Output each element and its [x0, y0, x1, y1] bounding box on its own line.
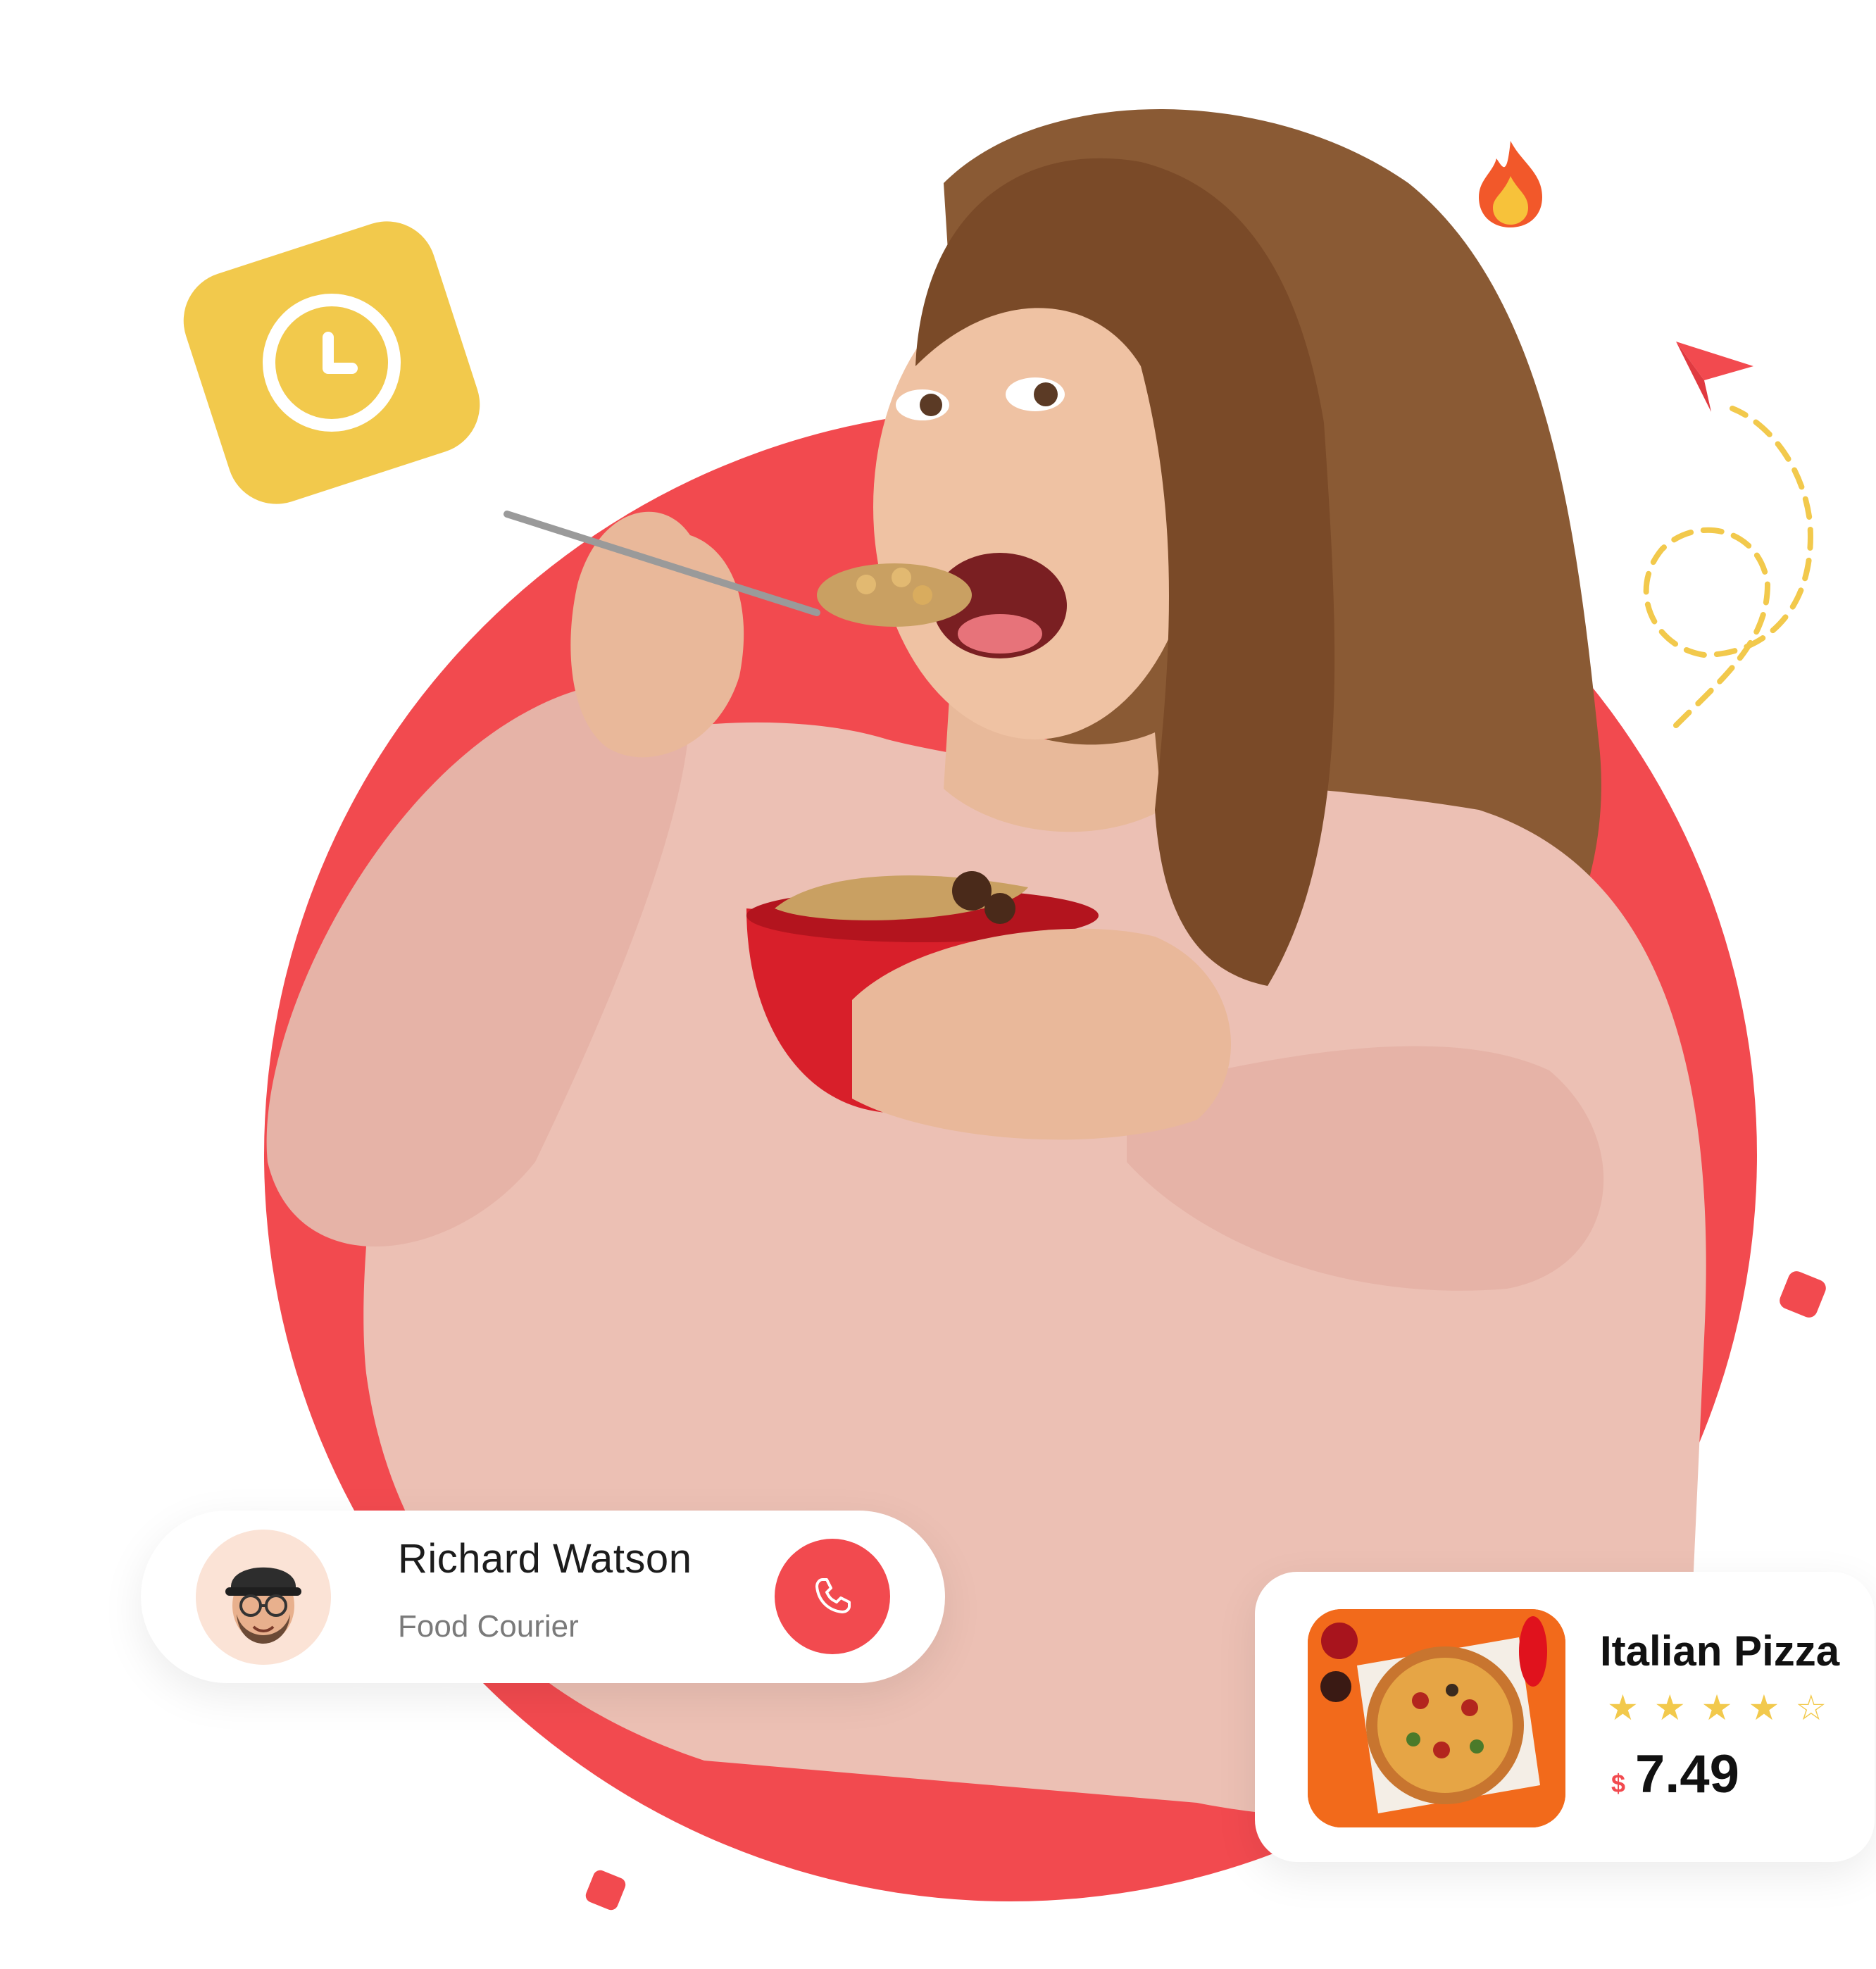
avatar — [196, 1530, 331, 1665]
call-button[interactable] — [775, 1539, 890, 1654]
star-filled-icon: ★ — [1653, 1688, 1686, 1727]
product-name: Italian Pizza — [1600, 1627, 1840, 1675]
product-price: 7.49 — [1635, 1744, 1739, 1804]
star-filled-icon: ★ — [1701, 1688, 1733, 1727]
courier-role: Food Courier — [398, 1609, 579, 1644]
star-empty-icon: ☆ — [1795, 1688, 1827, 1727]
fire-icon — [1479, 141, 1542, 227]
star-filled-icon: ★ — [1607, 1688, 1639, 1727]
paper-plane-icon — [1643, 342, 1813, 728]
phone-icon — [815, 1578, 851, 1613]
price-currency: $ — [1611, 1769, 1626, 1798]
pizza-image — [1308, 1609, 1565, 1827]
rating-stars: ★ ★ ★ ★ ☆ — [1607, 1690, 1827, 1725]
star-filled-icon: ★ — [1748, 1688, 1780, 1727]
clock-icon — [263, 294, 401, 432]
courier-name: Richard Watson — [398, 1536, 692, 1582]
